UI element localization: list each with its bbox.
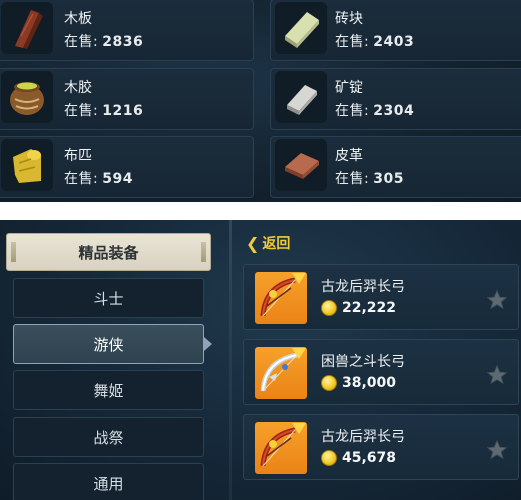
material-card-cloth[interactable]: 布匹 在售: 594 bbox=[0, 136, 254, 198]
stock-count: 1216 bbox=[102, 103, 144, 119]
back-button[interactable]: ❮ 返回 bbox=[246, 233, 290, 253]
bow-icon bbox=[255, 422, 307, 474]
material-stock: 在售: 2304 bbox=[335, 100, 414, 120]
stock-label: 在售: bbox=[64, 171, 99, 187]
category-tab-dancer[interactable]: 舞姬 bbox=[13, 370, 204, 410]
item-price: 38,000 bbox=[342, 375, 397, 391]
material-card-brick[interactable]: 砖块 在售: 2403 bbox=[270, 0, 521, 61]
bow-icon bbox=[255, 347, 307, 399]
item-name: 古龙后羿长弓 bbox=[321, 429, 405, 445]
stock-count: 2304 bbox=[373, 103, 415, 119]
item-price: 22,222 bbox=[342, 300, 397, 316]
shop-item-card[interactable]: 困兽之斗长弓 38,000 bbox=[243, 339, 519, 405]
item-price: 45,678 bbox=[342, 450, 397, 466]
equipment-shop-panel: 精品装备 斗士 游侠 舞姬 战祭 通用 ❮ 返回 古龙后羿长弓 22,222 困… bbox=[0, 220, 521, 500]
shop-item-card[interactable]: 古龙后羿长弓 22,222 bbox=[243, 264, 519, 330]
stock-label: 在售: bbox=[335, 171, 370, 187]
item-name: 古龙后羿长弓 bbox=[321, 279, 405, 295]
material-stock: 在售: 2836 bbox=[64, 31, 143, 51]
material-card-wood-plank[interactable]: 木板 在售: 2836 bbox=[0, 0, 254, 61]
material-name: 矿锭 bbox=[335, 80, 363, 96]
category-tab-general[interactable]: 通用 bbox=[13, 463, 204, 500]
back-label: 返回 bbox=[262, 236, 291, 252]
material-name: 木胶 bbox=[64, 80, 92, 96]
gold-coin-icon bbox=[321, 450, 337, 466]
material-card-wood-glue[interactable]: 木胶 在售: 1216 bbox=[0, 68, 254, 130]
stock-label: 在售: bbox=[64, 34, 99, 50]
stock-count: 2403 bbox=[373, 34, 415, 50]
shop-item-card[interactable]: 古龙后羿长弓 45,678 bbox=[243, 414, 519, 480]
materials-panel: 木板 在售: 2836 砖块 在售: 2403 木胶 在售: 1216 矿锭 在… bbox=[0, 0, 521, 202]
favorite-star-icon[interactable] bbox=[486, 289, 508, 311]
stock-count: 2836 bbox=[102, 34, 144, 50]
quality-badge-icon bbox=[292, 273, 306, 284]
bow-icon bbox=[255, 272, 307, 324]
material-name: 布匹 bbox=[64, 148, 92, 164]
quality-badge-icon bbox=[292, 423, 306, 434]
category-featured-equipment[interactable]: 精品装备 bbox=[6, 233, 211, 271]
ingot-icon bbox=[275, 71, 327, 123]
material-stock: 在售: 1216 bbox=[64, 100, 143, 120]
chevron-left-icon: ❮ bbox=[246, 233, 260, 253]
sidebar-divider bbox=[229, 220, 232, 500]
material-stock: 在售: 305 bbox=[335, 168, 404, 188]
material-stock: 在售: 594 bbox=[64, 168, 133, 188]
item-name: 困兽之斗长弓 bbox=[321, 354, 405, 370]
material-stock: 在售: 2403 bbox=[335, 31, 414, 51]
material-name: 砖块 bbox=[335, 11, 363, 27]
category-tab-ranger[interactable]: 游侠 bbox=[13, 324, 212, 364]
material-card-ingot[interactable]: 矿锭 在售: 2304 bbox=[270, 68, 521, 130]
quality-badge-icon bbox=[292, 348, 306, 359]
material-card-leather[interactable]: 皮革 在售: 305 bbox=[270, 136, 521, 198]
wood-glue-icon bbox=[1, 71, 53, 123]
stock-count: 305 bbox=[373, 171, 404, 187]
stock-count: 594 bbox=[102, 171, 133, 187]
stock-label: 在售: bbox=[64, 103, 99, 119]
wood-plank-icon bbox=[1, 2, 53, 54]
brick-icon bbox=[275, 2, 327, 54]
cloth-icon bbox=[1, 139, 53, 191]
stock-label: 在售: bbox=[335, 103, 370, 119]
panel-gap bbox=[0, 202, 521, 220]
category-tab-fighter[interactable]: 斗士 bbox=[13, 278, 204, 318]
stock-label: 在售: bbox=[335, 34, 370, 50]
material-name: 皮革 bbox=[335, 148, 363, 164]
leather-icon bbox=[275, 139, 327, 191]
favorite-star-icon[interactable] bbox=[486, 439, 508, 461]
gold-coin-icon bbox=[321, 375, 337, 391]
gold-coin-icon bbox=[321, 300, 337, 316]
material-name: 木板 bbox=[64, 11, 92, 27]
favorite-star-icon[interactable] bbox=[486, 364, 508, 386]
category-tab-war-priest[interactable]: 战祭 bbox=[13, 417, 204, 457]
